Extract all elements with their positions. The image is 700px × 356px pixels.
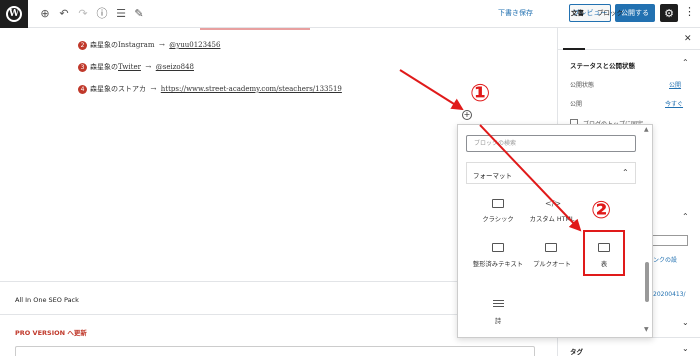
- chevron-down-icon[interactable]: ⌄: [682, 318, 689, 327]
- line-name: 森星象の: [90, 41, 118, 49]
- sidebar-tabs: [557, 28, 700, 50]
- list-number-badge: 3: [78, 62, 87, 72]
- block-item-custom-html[interactable]: カスタム HTML: [522, 215, 582, 224]
- visibility-label: 公開状態: [570, 82, 595, 89]
- content-line-twitter[interactable]: 3 森星象のTwiter → @seizo848: [78, 62, 194, 72]
- block-item-classic[interactable]: クラシック: [468, 215, 528, 224]
- inserter-scrollbar[interactable]: [645, 262, 649, 302]
- line-name: 森星象の: [90, 63, 118, 71]
- block-item-preformatted[interactable]: 整形済みテキスト: [468, 260, 528, 269]
- line-service[interactable]: Twiter: [118, 63, 141, 71]
- scroll-up-icon[interactable]: ▲: [644, 126, 649, 133]
- highlight-box: [583, 230, 625, 276]
- permalink-date-text: 20200413/: [653, 291, 686, 298]
- tab-block[interactable]: ブロック: [597, 7, 623, 17]
- more-vertical-icon[interactable]: ⋮: [684, 5, 695, 18]
- list-number-badge: 2: [78, 40, 87, 50]
- clipped-link-underline: [200, 28, 310, 30]
- pullquote-icon: [545, 243, 557, 252]
- keyboard-icon: [492, 199, 504, 208]
- html-icon: </>: [545, 199, 562, 208]
- block-group-label: フォーマット: [473, 172, 512, 180]
- chevron-up-icon[interactable]: ⌃: [682, 212, 689, 221]
- wordpress-logo[interactable]: W: [0, 0, 28, 28]
- list-number-badge: 4: [78, 84, 87, 94]
- chevron-up-icon[interactable]: ⌃: [622, 168, 629, 177]
- line-value[interactable]: @seizo848: [156, 63, 194, 71]
- add-block-icon[interactable]: ⊕: [38, 6, 52, 20]
- publish-date-link[interactable]: 今すぐ: [665, 99, 683, 108]
- tab-document[interactable]: 文書: [571, 7, 584, 17]
- chevron-up-icon[interactable]: ⌃: [682, 58, 689, 67]
- undo-icon[interactable]: ↶: [57, 6, 71, 20]
- visibility-link[interactable]: 公開: [669, 80, 681, 89]
- permalink-link[interactable]: ンクの設: [653, 255, 677, 264]
- redo-icon[interactable]: ↷: [76, 6, 90, 20]
- gear-icon[interactable]: ⚙: [660, 4, 678, 22]
- line-name: 森星象のストアカ: [90, 85, 146, 93]
- publish-date-label: 公開: [570, 101, 583, 108]
- preformatted-icon: [492, 243, 504, 252]
- plus-icon[interactable]: +: [462, 110, 472, 120]
- content-line-instagram[interactable]: 2 森星象のInstagram → @yuu0123456: [78, 40, 220, 50]
- line-arrow: →: [158, 41, 165, 49]
- block-item-pullquote[interactable]: プルクオート: [522, 260, 582, 269]
- chevron-down-icon[interactable]: ⌄: [682, 344, 689, 353]
- line-service: Instagram: [118, 41, 155, 49]
- close-icon[interactable]: ✕: [684, 34, 692, 44]
- wordpress-icon: W: [6, 6, 22, 22]
- pro-version-link[interactable]: PRO VERSION へ更新: [15, 327, 87, 337]
- info-icon[interactable]: ⓘ: [95, 6, 109, 20]
- seo-input-box[interactable]: [15, 346, 535, 356]
- active-tab-indicator: [563, 48, 585, 50]
- tags-section-title[interactable]: タグ: [570, 346, 583, 356]
- scroll-down-icon[interactable]: ▼: [644, 326, 649, 333]
- edit-pencil-icon[interactable]: ✎: [132, 6, 146, 20]
- permalink-input[interactable]: [650, 235, 688, 246]
- block-item-verse[interactable]: 詩: [468, 317, 528, 326]
- verse-icon: [493, 299, 505, 308]
- line-arrow: →: [145, 63, 152, 71]
- list-view-icon[interactable]: ☰: [114, 6, 128, 20]
- seo-panel-title[interactable]: All In One SEO Pack: [15, 296, 79, 304]
- step-one-marker: ①: [470, 79, 491, 107]
- line-value[interactable]: @yuu0123456: [169, 41, 220, 49]
- step-two-marker: ②: [591, 196, 612, 224]
- save-draft-link[interactable]: 下書き保存: [498, 8, 533, 18]
- line-value[interactable]: https://www.street-academy.com/steachers…: [161, 85, 342, 93]
- block-search-input[interactable]: ブロックの検索: [466, 135, 636, 152]
- arrow-to-plus: [399, 69, 464, 111]
- status-section-title[interactable]: ステータスと公開状態: [570, 60, 635, 70]
- content-line-storeaca[interactable]: 4 森星象のストアカ → https://www.street-academy.c…: [78, 84, 342, 94]
- line-arrow: →: [150, 85, 157, 93]
